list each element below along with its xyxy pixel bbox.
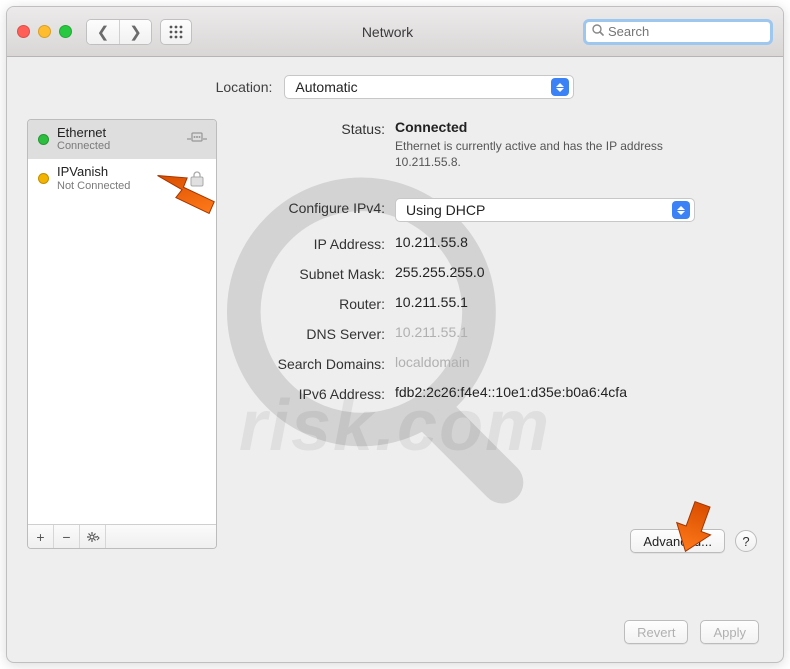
help-button[interactable]: ? <box>735 530 757 552</box>
configure-value: Using DHCP <box>406 202 485 218</box>
revert-button[interactable]: Revert <box>624 620 688 644</box>
advanced-label: Advanced... <box>643 534 712 549</box>
revert-label: Revert <box>637 625 675 640</box>
search-domains-label: Search Domains: <box>235 354 395 372</box>
network-prefs-window: risk.com ❮ ❯ Network Location: <box>6 6 784 663</box>
configure-ipv4-select[interactable]: Using DHCP <box>395 198 695 222</box>
sidebar-item-ipvanish[interactable]: IPVanish Not Connected <box>28 159 216 198</box>
service-status: Connected <box>57 140 178 152</box>
services-list: Ethernet Connected IPVanish Not Connecte… <box>28 120 216 524</box>
status-desc: Ethernet is currently active and has the… <box>395 139 695 170</box>
show-all-button[interactable] <box>160 19 192 45</box>
status-value: Connected <box>395 119 695 135</box>
router-label: Router: <box>235 294 395 312</box>
sidebar-footer: + − <box>28 524 216 548</box>
location-label: Location: <box>216 79 273 95</box>
subnet-label: Subnet Mask: <box>235 264 395 282</box>
search-field[interactable] <box>583 19 773 45</box>
service-name: IPVanish <box>57 165 178 179</box>
configure-row: Configure IPv4: Using DHCP <box>235 198 763 222</box>
apply-button[interactable]: Apply <box>700 620 759 644</box>
configure-label: Configure IPv4: <box>235 198 395 216</box>
ethernet-icon <box>186 131 208 147</box>
ipv6-value: fdb2:2c26:f4e4::10e1:d35e:b0a6:4cfa <box>395 384 627 400</box>
location-row: Location: Automatic <box>27 75 763 99</box>
remove-service-button[interactable]: − <box>54 525 80 548</box>
zoom-icon[interactable] <box>59 25 72 38</box>
window-controls <box>17 25 72 38</box>
location-select[interactable]: Automatic <box>284 75 574 99</box>
ip-row: IP Address: 10.211.55.8 <box>235 234 763 252</box>
content-area: Location: Automatic Ethernet Connected <box>7 57 783 565</box>
router-value: 10.211.55.1 <box>395 294 468 310</box>
search-icon <box>592 24 604 39</box>
forward-button[interactable]: ❯ <box>119 20 151 44</box>
sidebar-item-ethernet[interactable]: Ethernet Connected <box>28 120 216 159</box>
service-options-button[interactable] <box>80 525 106 548</box>
ip-value: 10.211.55.8 <box>395 234 468 250</box>
search-domains-value: localdomain <box>395 354 470 370</box>
status-dot-icon <box>38 134 49 145</box>
add-service-button[interactable]: + <box>28 525 54 548</box>
help-icon: ? <box>742 534 749 549</box>
dns-label: DNS Server: <box>235 324 395 342</box>
dns-value: 10.211.55.1 <box>395 324 468 340</box>
back-button[interactable]: ❮ <box>87 20 119 44</box>
minimize-icon[interactable] <box>38 25 51 38</box>
titlebar: ❮ ❯ Network <box>7 7 783 57</box>
service-name: Ethernet <box>57 126 178 140</box>
details-panel: Status: Connected Ethernet is currently … <box>235 119 763 549</box>
subnet-row: Subnet Mask: 255.255.255.0 <box>235 264 763 282</box>
chevron-updown-icon <box>672 201 690 219</box>
advanced-button[interactable]: Advanced... <box>630 529 725 553</box>
service-status: Not Connected <box>57 180 178 192</box>
nav-back-forward: ❮ ❯ <box>86 19 152 45</box>
status-dot-icon <box>38 173 49 184</box>
ipv6-row: IPv6 Address: fdb2:2c26:f4e4::10e1:d35e:… <box>235 384 763 402</box>
grid-icon <box>169 25 183 39</box>
status-label: Status: <box>235 119 395 137</box>
status-row: Status: Connected Ethernet is currently … <box>235 119 763 170</box>
window-title: Network <box>200 24 575 40</box>
vpn-lock-icon <box>186 171 208 187</box>
ipv6-label: IPv6 Address: <box>235 384 395 402</box>
ip-label: IP Address: <box>235 234 395 252</box>
gear-icon <box>86 530 100 544</box>
dns-row: DNS Server: 10.211.55.1 <box>235 324 763 342</box>
search-domains-row: Search Domains: localdomain <box>235 354 763 372</box>
location-value: Automatic <box>295 79 357 95</box>
panels: Ethernet Connected IPVanish Not Connecte… <box>27 119 763 549</box>
subnet-value: 255.255.255.0 <box>395 264 485 280</box>
chevron-updown-icon <box>551 78 569 96</box>
search-input[interactable] <box>608 24 764 39</box>
close-icon[interactable] <box>17 25 30 38</box>
apply-label: Apply <box>713 625 746 640</box>
services-sidebar: Ethernet Connected IPVanish Not Connecte… <box>27 119 217 549</box>
footer-buttons: Revert Apply <box>624 620 759 644</box>
router-row: Router: 10.211.55.1 <box>235 294 763 312</box>
advanced-row: Advanced... ? <box>630 529 757 553</box>
